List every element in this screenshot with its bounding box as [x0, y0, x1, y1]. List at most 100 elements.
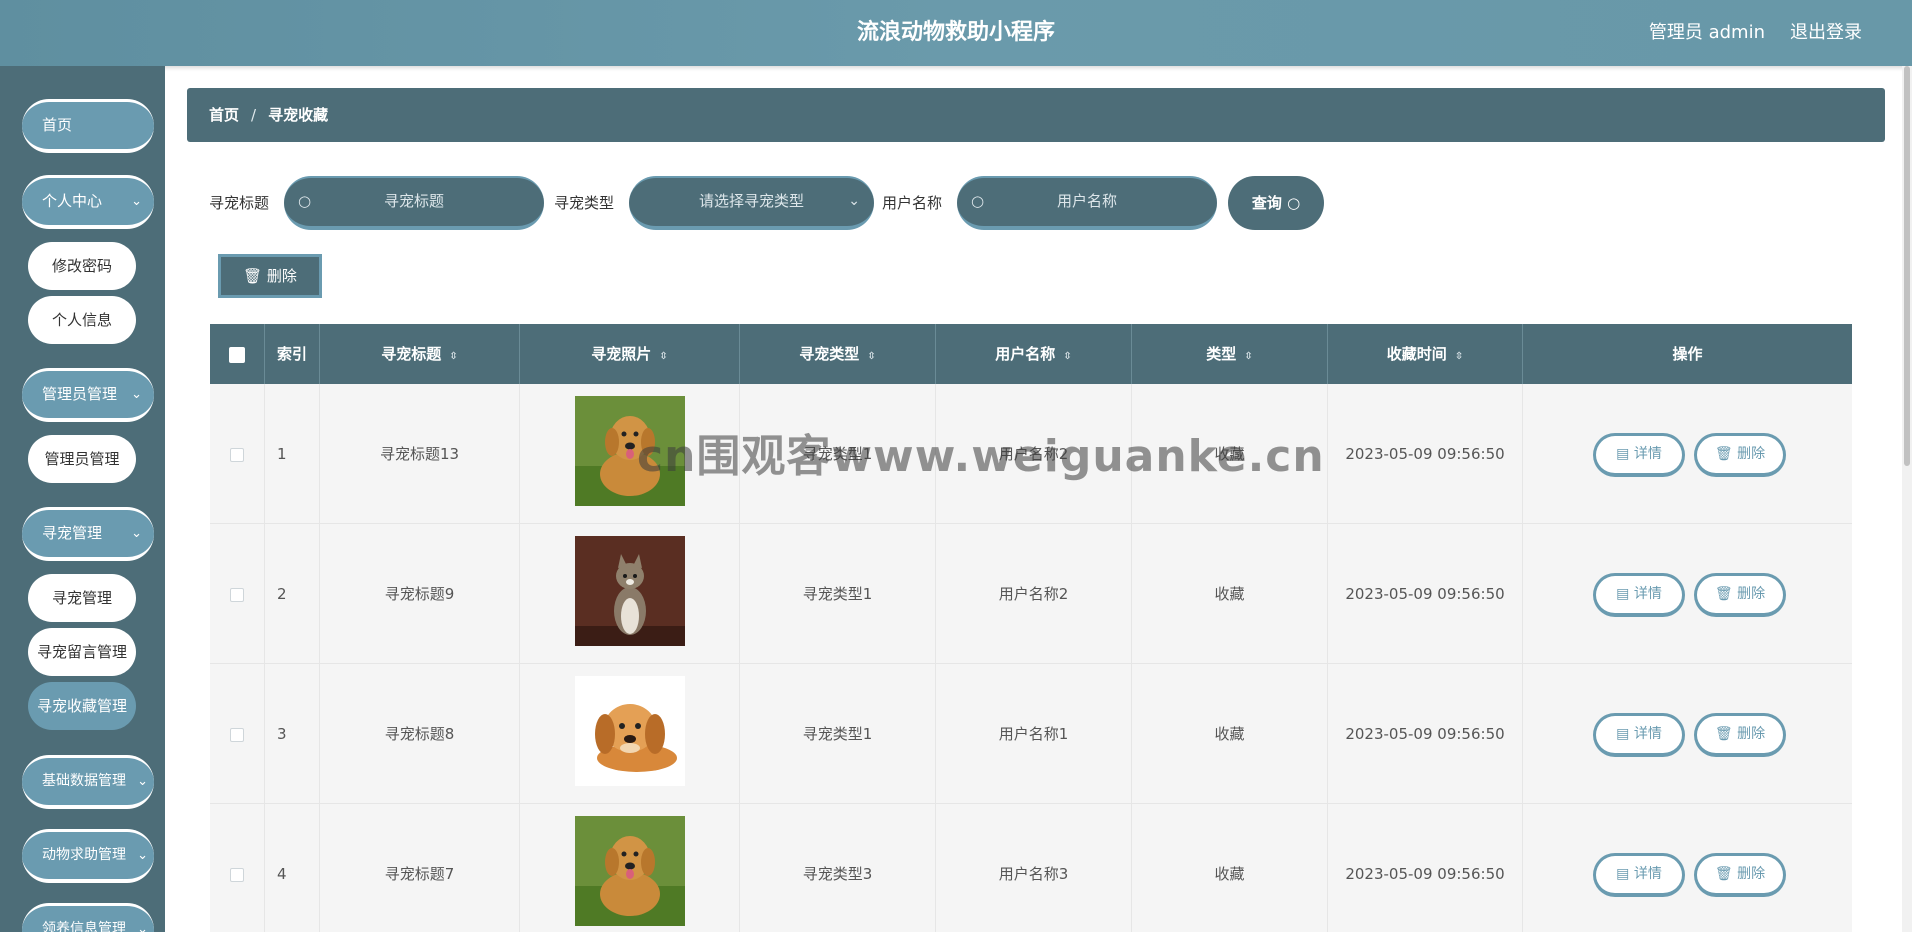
cell-index: 1: [265, 384, 320, 524]
sidebar-item-profile[interactable]: 个人信息: [28, 296, 136, 344]
col-photo[interactable]: 寻宠照片 ⇳: [520, 324, 740, 384]
sort-icon[interactable]: ⇳: [1244, 351, 1252, 362]
sidebar-item-base-data[interactable]: 基础数据管理 ⌄: [22, 755, 154, 809]
col-user[interactable]: 用户名称 ⇳: [936, 324, 1132, 384]
pet-photo[interactable]: [575, 816, 685, 926]
pet-photo[interactable]: [575, 676, 685, 786]
sidebar-item-pet-sub[interactable]: 寻宠管理: [28, 574, 136, 622]
row-checkbox[interactable]: [230, 447, 244, 462]
main-content: 首页 / 寻宠收藏 寻宠标题 ○ 寻宠标题 寻宠类型 请选择寻宠类型 ⌄ 用户名称 …: [165, 66, 1912, 932]
col-label: 寻宠标题: [381, 345, 442, 363]
detail-button[interactable]: ▤ 详情: [1593, 573, 1685, 617]
col-type[interactable]: 寻宠类型 ⇳: [740, 324, 936, 384]
row-delete-button[interactable]: 🗑 删除: [1694, 853, 1786, 897]
cell-actions: ▤ 详情 🗑 删除: [1523, 384, 1852, 524]
sidebar-item-rescue[interactable]: 动物求助管理 ⌄: [22, 829, 154, 883]
user-search-label: 用户名称: [882, 194, 943, 212]
sidebar-item-label: 领养信息管理: [42, 921, 126, 932]
cell-photo: [520, 384, 740, 524]
bulk-delete-button[interactable]: 🗑 删除: [218, 254, 322, 298]
cell-user: 用户名称3: [936, 804, 1132, 932]
col-label: 收藏时间: [1386, 345, 1447, 363]
row-delete-button[interactable]: 🗑 删除: [1694, 433, 1786, 477]
scrollbar-thumb[interactable]: [1904, 66, 1910, 466]
document-icon: ▤: [1616, 586, 1630, 602]
detail-button[interactable]: ▤ 详情: [1593, 433, 1685, 477]
col-kind[interactable]: 类型 ⇳: [1132, 324, 1328, 384]
sidebar-item-personal[interactable]: 个人中心 ⌄: [22, 175, 154, 229]
row-checkbox[interactable]: [230, 587, 244, 602]
sort-icon[interactable]: ⇳: [1455, 351, 1463, 362]
col-label: 用户名称: [995, 345, 1056, 363]
row-delete-button[interactable]: 🗑 删除: [1694, 573, 1786, 617]
sidebar-item-label: 首页: [42, 116, 73, 134]
row-delete-button[interactable]: 🗑 删除: [1694, 713, 1786, 757]
title-search-label: 寻宠标题: [209, 194, 270, 212]
sort-icon[interactable]: ⇳: [659, 351, 667, 362]
sidebar-item-change-password[interactable]: 修改密码: [28, 242, 136, 290]
logout-link[interactable]: 退出登录: [1790, 0, 1862, 66]
cell-type: 寻宠类型3: [740, 804, 936, 932]
document-icon: ▤: [1616, 726, 1630, 742]
type-select[interactable]: 请选择寻宠类型 ⌄: [629, 176, 874, 230]
sidebar-item-pet-comment[interactable]: 寻宠留言管理: [28, 628, 136, 676]
cell-time: 2023-05-09 09:56:50: [1328, 804, 1523, 932]
col-label: 寻宠类型: [799, 345, 860, 363]
cell-index: 4: [265, 804, 320, 932]
cell-index: 2: [265, 524, 320, 664]
cell-user: 用户名称2: [936, 524, 1132, 664]
query-label: 查询: [1251, 194, 1282, 212]
col-title[interactable]: 寻宠标题 ⇳: [320, 324, 520, 384]
table-row[interactable]: 4 寻宠标题7 寻宠类型3 用户名称3 收藏 2023-05-09 09:56:…: [210, 804, 1852, 932]
title-search-input[interactable]: ○ 寻宠标题: [284, 176, 544, 230]
detail-button[interactable]: ▤ 详情: [1593, 713, 1685, 757]
trash-icon: 🗑: [243, 267, 263, 285]
row-select-cell: [210, 804, 265, 932]
sidebar-item-admin[interactable]: 管理员管理 ⌄: [22, 368, 154, 422]
sidebar-item-adopt[interactable]: 领养信息管理 ⌄: [22, 903, 154, 932]
pet-photo[interactable]: [575, 536, 685, 646]
breadcrumb-home[interactable]: 首页: [209, 106, 239, 124]
row-checkbox[interactable]: [230, 867, 244, 882]
sidebar-item-pet[interactable]: 寻宠管理 ⌄: [22, 507, 154, 561]
cell-kind: 收藏: [1132, 664, 1328, 804]
sidebar-item-admin-sub[interactable]: 管理员管理: [28, 435, 136, 483]
sidebar-item-pet-fav[interactable]: 寻宠收藏管理: [28, 682, 136, 730]
table-row[interactable]: 2 寻宠标题9 寻宠类型1 用户名称2 收藏 2023-05-09 09:56:…: [210, 524, 1852, 664]
current-user: 管理员 admin: [1648, 22, 1765, 43]
table-row[interactable]: 1 寻宠标题13 寻宠类型1 用户名称2 收藏 2023-05-09 09:56…: [210, 384, 1852, 524]
col-label: 类型: [1206, 345, 1237, 363]
col-time[interactable]: 收藏时间 ⇳: [1328, 324, 1523, 384]
table-row[interactable]: 3 寻宠标题8 寻宠类型1 用户名称1 收藏 2023-05-09 09:56:…: [210, 664, 1852, 804]
cell-time: 2023-05-09 09:56:50: [1328, 384, 1523, 524]
cell-time: 2023-05-09 09:56:50: [1328, 664, 1523, 804]
col-index: 索引: [265, 324, 320, 384]
chevron-down-icon: ⌄: [131, 526, 142, 541]
query-button[interactable]: 查询 ○: [1228, 176, 1324, 230]
sidebar-item-label: 寻宠管理: [42, 524, 103, 542]
sort-icon[interactable]: ⇳: [1063, 351, 1071, 362]
row-select-cell: [210, 524, 265, 664]
select-all-checkbox[interactable]: [229, 346, 245, 363]
trash-icon: 🗑: [1714, 446, 1733, 462]
sidebar-item-label: 个人中心: [42, 192, 103, 210]
sidebar-item-home[interactable]: 首页: [22, 99, 154, 153]
cell-photo: [520, 664, 740, 804]
chevron-down-icon: ⌄: [137, 774, 148, 789]
chevron-down-icon: ⌄: [131, 387, 142, 402]
sort-icon[interactable]: ⇳: [449, 351, 457, 362]
breadcrumb-separator: /: [251, 106, 257, 124]
sidebar-item-label: 基础数据管理: [42, 773, 126, 789]
page-scrollbar[interactable]: [1902, 66, 1912, 932]
sort-icon[interactable]: ⇳: [867, 351, 875, 362]
row-checkbox[interactable]: [230, 727, 244, 742]
col-label: 操作: [1672, 345, 1703, 363]
user-search-input[interactable]: ○ 用户名称: [957, 176, 1217, 230]
chevron-down-icon: ⌄: [137, 848, 148, 863]
pet-photo[interactable]: [575, 396, 685, 506]
chevron-down-icon: ⌄: [137, 922, 148, 932]
detail-label: 详情: [1633, 726, 1662, 742]
app-title: 流浪动物救助小程序: [856, 20, 1055, 45]
detail-button[interactable]: ▤ 详情: [1593, 853, 1685, 897]
cell-title: 寻宠标题13: [320, 384, 520, 524]
